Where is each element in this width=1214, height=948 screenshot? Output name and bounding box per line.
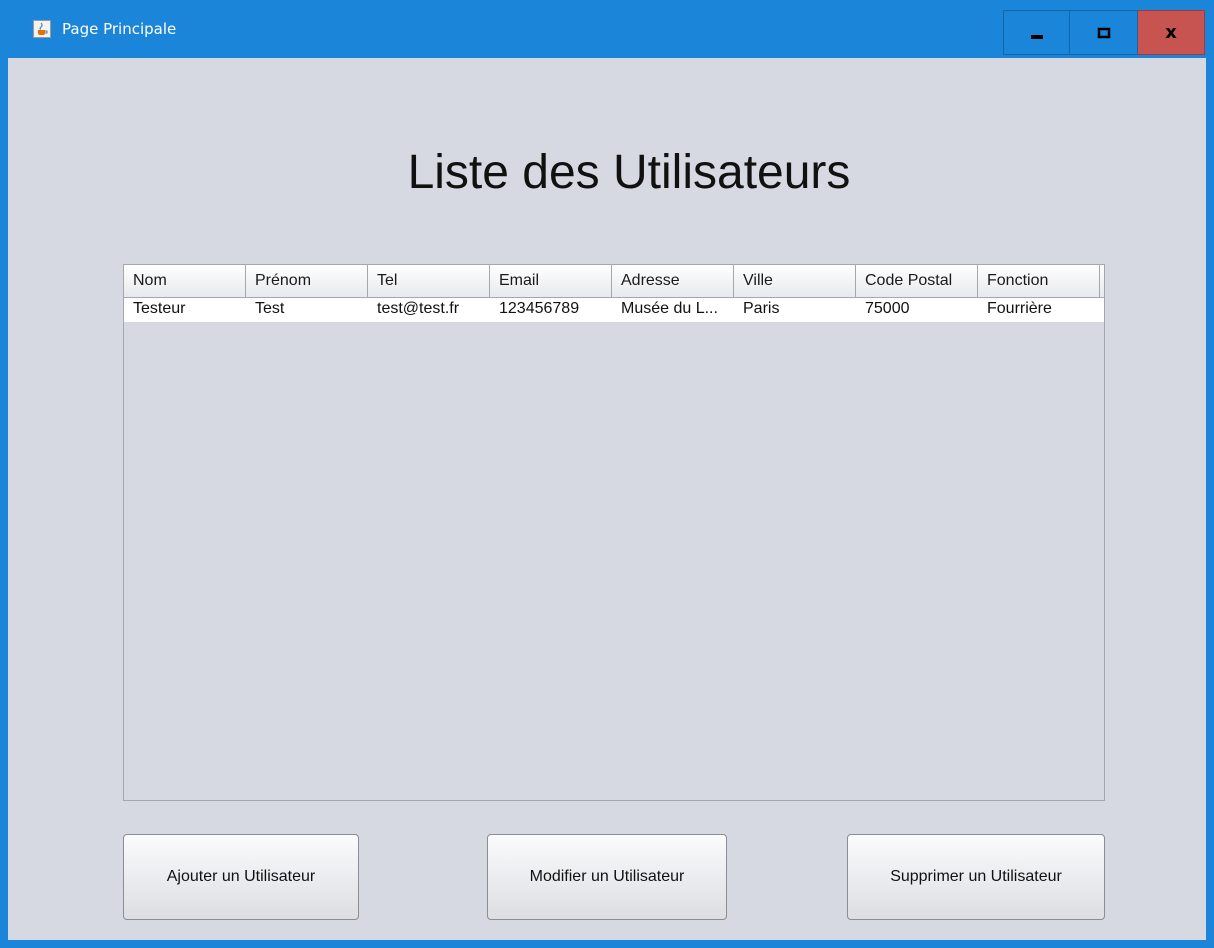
title-bar[interactable]: Page Principale x bbox=[0, 0, 1214, 58]
edit-user-button[interactable]: Modifier un Utilisateur bbox=[487, 834, 727, 920]
main-window: Page Principale x Liste des Utilisateurs… bbox=[0, 0, 1214, 948]
column-header-ville[interactable]: Ville bbox=[734, 265, 856, 297]
column-header-tel[interactable]: Tel bbox=[368, 265, 490, 297]
cell-fonction[interactable]: Fourrière bbox=[978, 298, 1100, 322]
column-header-email[interactable]: Email bbox=[490, 265, 612, 297]
column-header-adresse[interactable]: Adresse bbox=[612, 265, 734, 297]
cell-code-postal[interactable]: 75000 bbox=[856, 298, 978, 322]
cell-email[interactable]: 123456789 bbox=[490, 298, 612, 322]
table-header: Nom Prénom Tel Email Adresse Ville Code … bbox=[124, 265, 1104, 298]
maximize-button[interactable] bbox=[1070, 10, 1138, 55]
delete-user-button[interactable]: Supprimer un Utilisateur bbox=[847, 834, 1105, 920]
page-title: Liste des Utilisateurs bbox=[407, 146, 851, 199]
cell-prenom[interactable]: Test bbox=[246, 298, 368, 322]
close-button[interactable]: x bbox=[1138, 10, 1205, 55]
minimize-button[interactable] bbox=[1003, 10, 1070, 55]
users-table[interactable]: Nom Prénom Tel Email Adresse Ville Code … bbox=[123, 264, 1105, 801]
cell-nom[interactable]: Testeur bbox=[124, 298, 246, 322]
table-row[interactable]: Testeur Test test@test.fr 123456789 Musé… bbox=[124, 298, 1104, 322]
java-cup-icon bbox=[33, 20, 51, 38]
cell-tel[interactable]: test@test.fr bbox=[368, 298, 490, 322]
window-title: Page Principale bbox=[62, 20, 177, 38]
content-panel: Liste des Utilisateurs Nom Prénom Tel Em… bbox=[8, 58, 1206, 940]
add-user-button[interactable]: Ajouter un Utilisateur bbox=[123, 834, 359, 920]
column-header-nom[interactable]: Nom bbox=[124, 265, 246, 297]
cell-adresse[interactable]: Musée du L... bbox=[612, 298, 734, 322]
minimize-icon bbox=[1030, 34, 1043, 39]
close-icon: x bbox=[1165, 22, 1177, 43]
column-header-fonction[interactable]: Fonction bbox=[978, 265, 1100, 297]
maximize-icon bbox=[1097, 27, 1110, 38]
column-header-code-postal[interactable]: Code Postal bbox=[856, 265, 978, 297]
cell-ville[interactable]: Paris bbox=[734, 298, 856, 322]
column-header-prenom[interactable]: Prénom bbox=[246, 265, 368, 297]
